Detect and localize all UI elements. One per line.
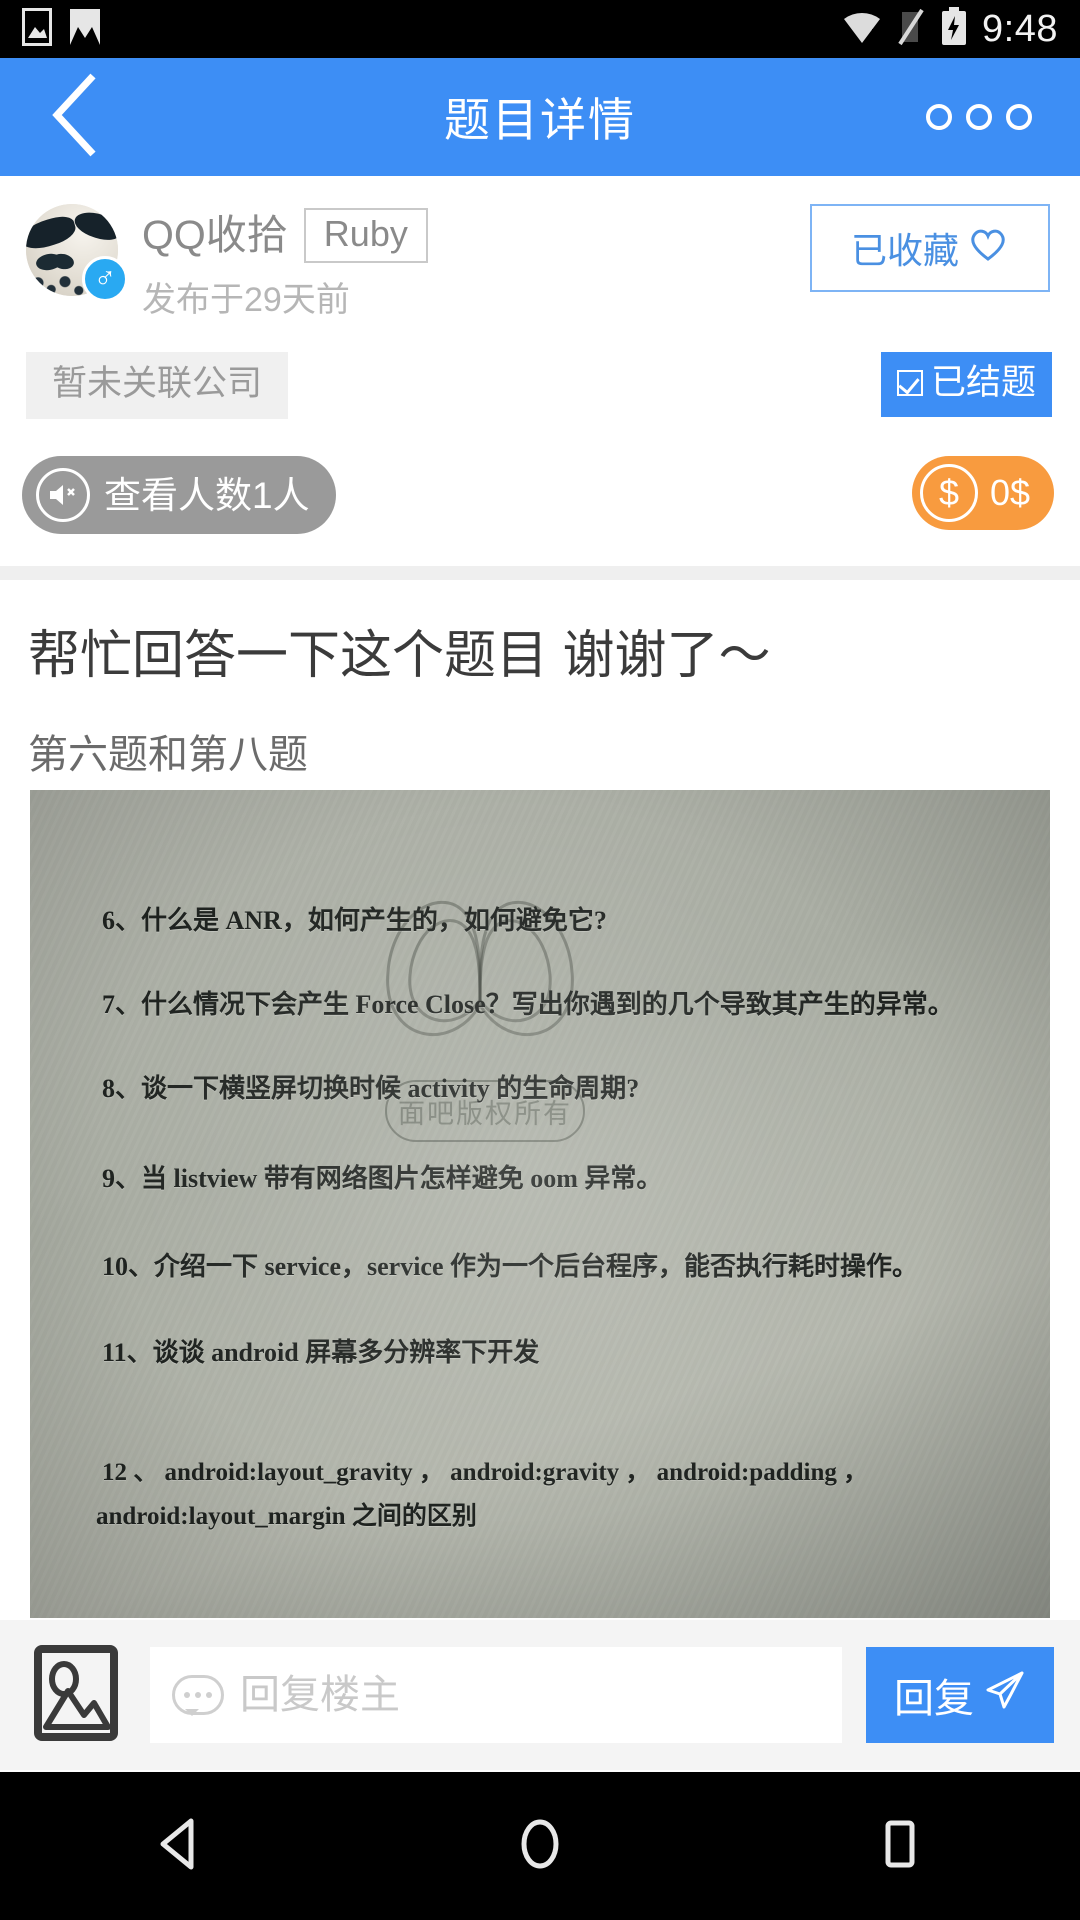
checkbox-checked-icon bbox=[896, 369, 923, 396]
nav-home-icon bbox=[511, 1815, 569, 1878]
page-title: 题目详情 bbox=[444, 94, 636, 146]
image-picker-button[interactable] bbox=[26, 1644, 126, 1746]
more-options-button[interactable] bbox=[926, 104, 1032, 130]
post-meta-card: ♂ QQ收拾 Ruby 发布于29天前 已收藏 暂未关联公司 已结题 查看人数1… bbox=[0, 176, 1080, 580]
app-header: 题目详情 bbox=[0, 58, 1080, 176]
nav-back-button[interactable] bbox=[120, 1786, 240, 1906]
back-button[interactable] bbox=[0, 58, 150, 176]
favorite-label: 已收藏 bbox=[850, 230, 959, 271]
back-chevron-icon bbox=[47, 72, 103, 163]
reply-placeholder: 回复楼主 bbox=[240, 1673, 400, 1717]
heart-outline-icon bbox=[967, 225, 1009, 272]
wifi-warning-icon bbox=[842, 9, 882, 50]
more-dot-1-icon bbox=[926, 104, 952, 130]
reward-amount: 0$ bbox=[989, 472, 1030, 513]
send-plane-icon bbox=[982, 1668, 1026, 1722]
android-nav-bar bbox=[0, 1772, 1080, 1920]
avatar-wrapper[interactable]: ♂ bbox=[26, 204, 128, 302]
nav-recents-icon bbox=[871, 1815, 929, 1878]
reward-pill[interactable]: $ 0$ bbox=[911, 456, 1054, 530]
attachment-image[interactable]: 面吧版权所有 6、什么是 ANR，如何产生的，如何避免它? 7、什么情况下会产生… bbox=[30, 790, 1050, 1618]
battery-charging-icon bbox=[940, 6, 968, 52]
author-row[interactable]: ♂ QQ收拾 Ruby 发布于29天前 bbox=[26, 204, 428, 317]
status-bar: 9:48 bbox=[0, 0, 1080, 58]
status-bar-clock: 9:48 bbox=[982, 8, 1058, 50]
reply-bar: 回复楼主 回复 bbox=[0, 1620, 1080, 1770]
author-name-line: QQ收拾 Ruby bbox=[142, 208, 428, 263]
status-bar-right-icons: 9:48 bbox=[842, 6, 1058, 52]
phone-screen: 9:48 题目详情 ♂ QQ收拾 Ruby 发布于29天前 已收藏 暂未关联公司… bbox=[0, 0, 1080, 1920]
company-chip: 暂未关联公司 bbox=[26, 352, 289, 419]
author-text-block: QQ收拾 Ruby 发布于29天前 bbox=[142, 204, 428, 317]
mail-icon bbox=[68, 7, 102, 52]
photo-vignette bbox=[30, 790, 1050, 1618]
post-title: 帮忙回答一下这个题目 谢谢了～ bbox=[28, 627, 771, 685]
image-picker-icon bbox=[34, 1644, 118, 1746]
view-count-label: 查看人数1人 bbox=[104, 474, 310, 516]
nav-home-button[interactable] bbox=[480, 1786, 600, 1906]
author-tag: Ruby bbox=[303, 208, 428, 263]
status-badge-label: 已结题 bbox=[930, 363, 1036, 402]
send-reply-button[interactable]: 回复 bbox=[866, 1647, 1054, 1743]
post-timestamp: 发布于29天前 bbox=[142, 281, 350, 319]
post-subtitle: 第六题和第八题 bbox=[28, 733, 308, 777]
more-dot-3-icon bbox=[1006, 104, 1032, 130]
favorite-button[interactable]: 已收藏 bbox=[810, 204, 1050, 292]
nav-recents-button[interactable] bbox=[840, 1786, 960, 1906]
male-icon: ♂ bbox=[82, 256, 128, 302]
send-reply-label: 回复 bbox=[894, 1677, 974, 1721]
dollar-coin-icon: $ bbox=[919, 464, 978, 522]
view-count-pill[interactable]: 查看人数1人 bbox=[22, 456, 336, 534]
signal-off-icon bbox=[896, 8, 926, 51]
image-icon bbox=[22, 7, 52, 51]
status-badge: 已结题 bbox=[880, 352, 1052, 417]
comment-bubble-icon bbox=[172, 1675, 224, 1716]
reply-input[interactable]: 回复楼主 bbox=[150, 1647, 842, 1743]
status-bar-left-icons bbox=[22, 7, 102, 52]
author-username: QQ收拾 bbox=[142, 212, 288, 258]
more-dot-2-icon bbox=[966, 104, 992, 130]
nav-back-icon bbox=[151, 1815, 209, 1878]
speaker-icon bbox=[36, 468, 90, 522]
